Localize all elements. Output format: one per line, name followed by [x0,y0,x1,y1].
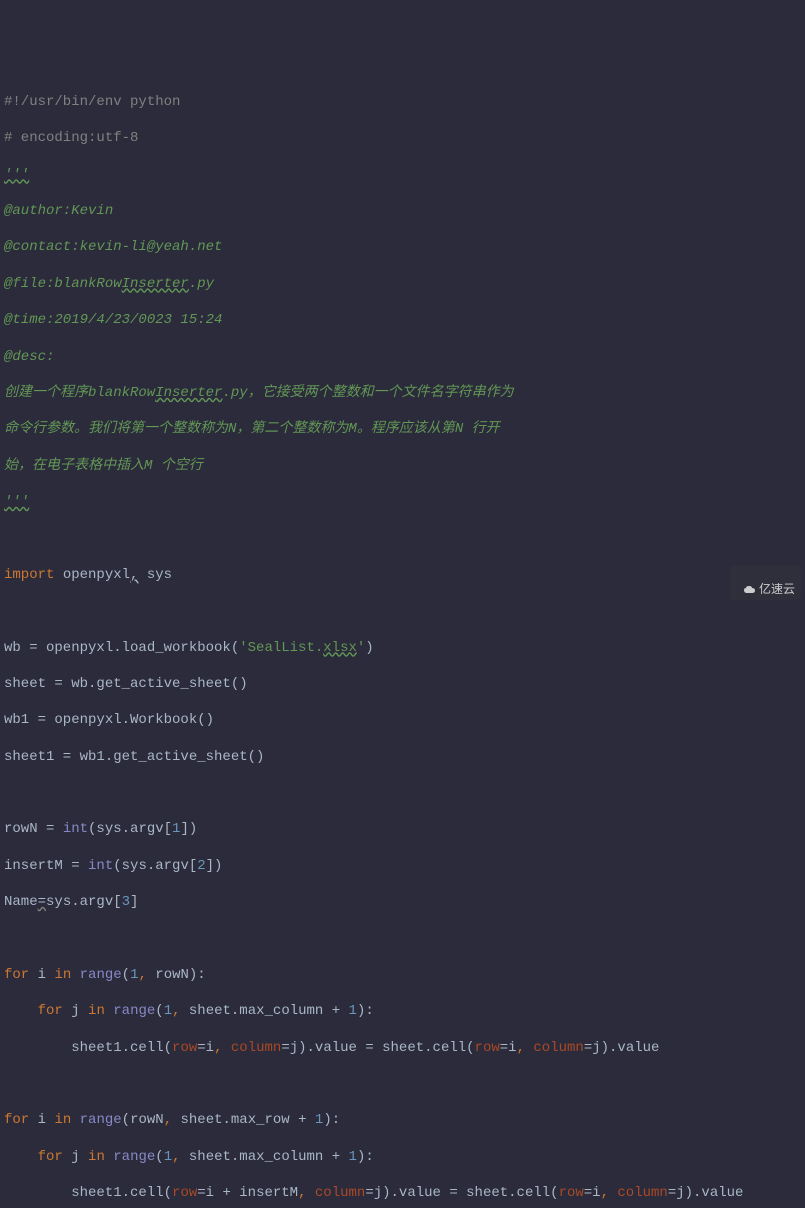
code-line: import openpyxl, sys [4,566,801,584]
docstring-close: ''' [4,494,29,510]
code-line: 始，在电子表格中插入M 个空行 [4,457,801,475]
code-line: insertM = int(sys.argv[2]) [4,857,801,875]
code-line: @desc: [4,348,801,366]
doc-time: @time:2019/4/23/0023 15:24 [4,312,222,328]
code-line: @contact:kevin-li@yeah.net [4,238,801,256]
doc-contact: @contact:kevin-li@yeah.net [4,239,222,255]
blank-line [4,784,801,802]
docstring-open: ''' [4,167,29,183]
code-line: for j in range(1, sheet.max_column + 1): [4,1148,801,1166]
code-line: sheet1.cell(row=i + insertM, column=j).v… [4,1184,801,1202]
code-line: for i in range(rowN, sheet.max_row + 1): [4,1111,801,1129]
code-line: for j in range(1, sheet.max_column + 1): [4,1002,801,1020]
code-line: sheet = wb.get_active_sheet() [4,675,801,693]
code-line: @time:2019/4/23/0023 15:24 [4,311,801,329]
code-line: 命令行参数。我们将第一个整数称为N，第二个整数称为M。程序应该从第N 行开 [4,420,801,438]
code-line: rowN = int(sys.argv[1]) [4,820,801,838]
blank-line [4,602,801,620]
code-line: sheet1 = wb1.get_active_sheet() [4,748,801,766]
encoding-decl: # encoding:utf-8 [4,130,138,146]
code-line: for i in range(1, rowN): [4,966,801,984]
code-line: ''' [4,493,801,511]
code-line: # encoding:utf-8 [4,129,801,147]
code-line: wb = openpyxl.load_workbook('SealList.xl… [4,639,801,657]
doc-desc: @desc: [4,349,54,365]
code-line: Name=sys.argv[3] [4,893,801,911]
doc-author: @author:Kevin [4,203,113,219]
code-line: 创建一个程序blankRowInserter.py，它接受两个整数和一个文件名字… [4,384,801,402]
shebang: #!/usr/bin/env python [4,94,180,110]
watermark-text: 亿速云 [759,582,795,596]
code-line: sheet1.cell(row=i, column=j).value = she… [4,1039,801,1057]
code-line: @file:blankRowInserter.py [4,275,801,293]
code-line: #!/usr/bin/env python [4,93,801,111]
blank-line [4,529,801,547]
code-line: @author:Kevin [4,202,801,220]
cloud-icon [743,585,757,595]
code-line: ''' [4,166,801,184]
blank-line [4,930,801,948]
code-editor-area: #!/usr/bin/env python # encoding:utf-8 '… [0,73,805,1208]
watermark-logo: 亿速云 [730,565,801,600]
blank-line [4,1075,801,1093]
code-line: wb1 = openpyxl.Workbook() [4,711,801,729]
